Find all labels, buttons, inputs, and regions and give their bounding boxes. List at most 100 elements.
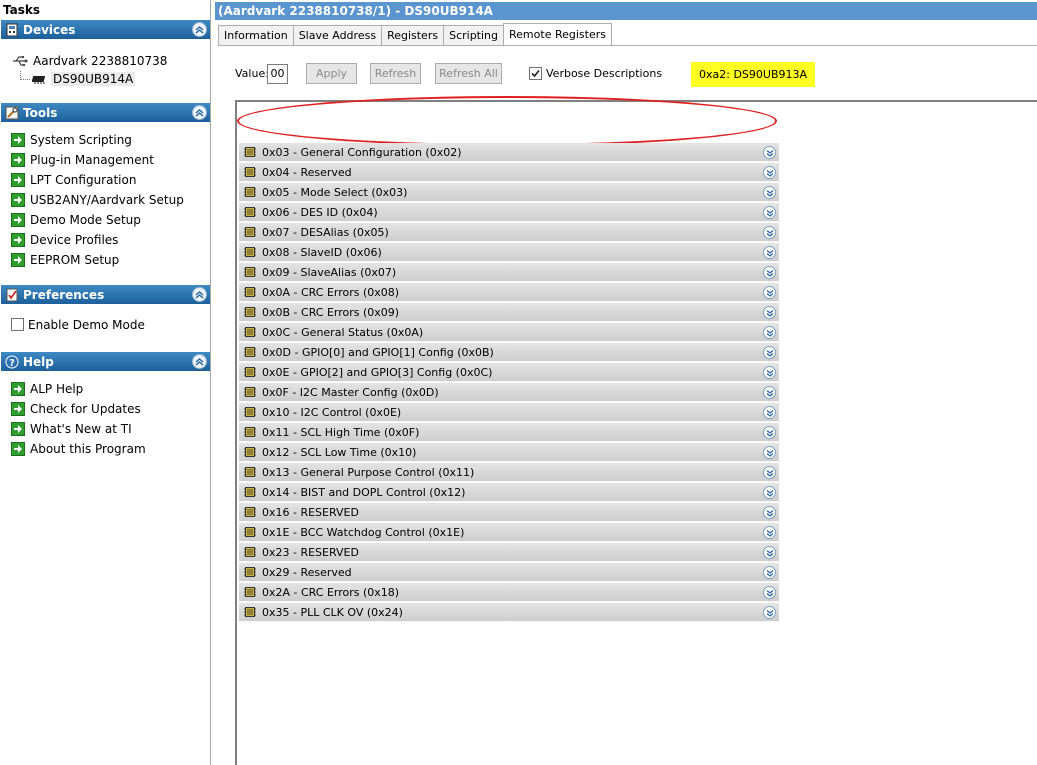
register-label: 0x0F - I2C Master Config (0x0D) <box>262 385 439 399</box>
register-icon <box>244 246 256 258</box>
expand-chevron-icon[interactable] <box>763 146 776 159</box>
devices-section-header[interactable]: Devices <box>1 20 210 39</box>
register-row[interactable]: 0x08 - SlaveID (0x06) <box>239 243 779 262</box>
devices-collapse-icon[interactable] <box>192 22 207 37</box>
register-row[interactable]: 0x07 - DESAlias (0x05) <box>239 223 779 242</box>
register-row[interactable]: 0x0A - CRC Errors (0x08) <box>239 283 779 302</box>
register-label: 0x0A - CRC Errors (0x08) <box>262 285 400 299</box>
help-what-s-new-at-ti[interactable]: What's New at TI <box>11 420 132 437</box>
expand-chevron-icon[interactable] <box>763 326 776 339</box>
register-row[interactable]: 0x12 - SCL Low Time (0x10) <box>239 443 779 462</box>
tools-section-header[interactable]: Tools <box>1 103 210 122</box>
register-row[interactable]: 0x05 - Mode Select (0x03) <box>239 183 779 202</box>
help-section-header[interactable]: ? Help <box>1 352 210 371</box>
expand-chevron-icon[interactable] <box>763 346 776 359</box>
refresh-all-button[interactable]: Refresh All <box>435 63 502 84</box>
register-row[interactable]: 0x23 - RESERVED <box>239 543 779 562</box>
tab-scripting[interactable]: Scripting <box>443 25 505 46</box>
value-input[interactable]: 00 <box>267 64 288 84</box>
help-about-this-program[interactable]: About this Program <box>11 440 146 457</box>
register-row[interactable]: 0x03 - General Configuration (0x02) <box>239 143 779 162</box>
tree-adapter[interactable]: Aardvark 2238810738 <box>12 54 167 68</box>
expand-chevron-icon[interactable] <box>763 566 776 579</box>
tool-plug-in-management[interactable]: Plug-in Management <box>11 151 154 168</box>
expand-chevron-icon[interactable] <box>763 226 776 239</box>
register-label: 0x35 - PLL CLK OV (0x24) <box>262 605 403 619</box>
expand-chevron-icon[interactable] <box>763 606 776 619</box>
register-row[interactable]: 0x14 - BIST and DOPL Control (0x12) <box>239 483 779 502</box>
expand-chevron-icon[interactable] <box>763 386 776 399</box>
expand-chevron-icon[interactable] <box>763 366 776 379</box>
device-label: DS90UB914A <box>51 72 136 86</box>
register-row[interactable]: 0x2A - CRC Errors (0x18) <box>239 583 779 602</box>
tool-demo-mode-setup[interactable]: Demo Mode Setup <box>11 211 141 228</box>
tab-registers[interactable]: Registers <box>381 25 445 46</box>
expand-chevron-icon[interactable] <box>763 286 776 299</box>
checkbox-icon[interactable] <box>11 318 24 331</box>
expand-chevron-icon[interactable] <box>763 546 776 559</box>
expand-chevron-icon[interactable] <box>763 206 776 219</box>
register-label: 0x2A - CRC Errors (0x18) <box>262 585 400 599</box>
register-label: 0x09 - SlaveAlias (0x07) <box>262 265 397 279</box>
enable-demo-mode-checkbox[interactable]: Enable Demo Mode <box>11 316 145 333</box>
expand-chevron-icon[interactable] <box>763 266 776 279</box>
tab-remote-registers[interactable]: Remote Registers <box>503 23 612 46</box>
tool-system-scripting[interactable]: System Scripting <box>11 131 132 148</box>
tab-information[interactable]: Information <box>218 25 294 46</box>
tab-slave-address[interactable]: Slave Address <box>292 25 383 46</box>
register-row[interactable]: 0x16 - RESERVED <box>239 503 779 522</box>
register-row[interactable]: 0x04 - Reserved <box>239 163 779 182</box>
help-check-for-updates[interactable]: Check for Updates <box>11 400 141 417</box>
expand-chevron-icon[interactable] <box>763 446 776 459</box>
register-icon <box>244 386 256 398</box>
register-row[interactable]: 0x13 - General Purpose Control (0x11) <box>239 463 779 482</box>
register-row[interactable]: 0x09 - SlaveAlias (0x07) <box>239 263 779 282</box>
register-row[interactable]: 0x06 - DES ID (0x04) <box>239 203 779 222</box>
preferences-collapse-icon[interactable] <box>192 287 207 302</box>
apply-button[interactable]: Apply <box>306 63 357 84</box>
register-label: 0x04 - Reserved <box>262 165 352 179</box>
register-label: 0x0D - GPIO[0] and GPIO[1] Config (0x0B) <box>262 345 494 359</box>
green-arrow-icon <box>11 172 25 187</box>
verbose-check-icon[interactable] <box>529 67 542 80</box>
register-row[interactable]: 0x0E - GPIO[2] and GPIO[3] Config (0x0C) <box>239 363 779 382</box>
expand-chevron-icon[interactable] <box>763 466 776 479</box>
help-icon: ? <box>4 354 20 370</box>
help-item-label: Check for Updates <box>30 401 141 416</box>
tool-device-profiles[interactable]: Device Profiles <box>11 231 118 248</box>
register-row[interactable]: 0x0B - CRC Errors (0x09) <box>239 303 779 322</box>
register-row[interactable]: 0x35 - PLL CLK OV (0x24) <box>239 603 779 622</box>
register-row[interactable]: 0x11 - SCL High Time (0x0F) <box>239 423 779 442</box>
preferences-section-header[interactable]: Preferences <box>1 285 210 304</box>
expand-chevron-icon[interactable] <box>763 246 776 259</box>
tool-lpt-configuration[interactable]: LPT Configuration <box>11 171 136 188</box>
register-row[interactable]: 0x0D - GPIO[0] and GPIO[1] Config (0x0B) <box>239 343 779 362</box>
expand-chevron-icon[interactable] <box>763 586 776 599</box>
register-row[interactable]: 0x1E - BCC Watchdog Control (0x1E) <box>239 523 779 542</box>
expand-chevron-icon[interactable] <box>763 166 776 179</box>
tree-device[interactable]: DS90UB914A <box>20 70 136 88</box>
expand-chevron-icon[interactable] <box>763 526 776 539</box>
register-label: 0x29 - Reserved <box>262 565 352 579</box>
register-row[interactable]: 0x10 - I2C Control (0x0E) <box>239 403 779 422</box>
expand-chevron-icon[interactable] <box>763 506 776 519</box>
expand-chevron-icon[interactable] <box>763 406 776 419</box>
register-row[interactable]: 0x0F - I2C Master Config (0x0D) <box>239 383 779 402</box>
expand-chevron-icon[interactable] <box>763 306 776 319</box>
register-icon <box>244 586 256 598</box>
register-icon <box>244 326 256 338</box>
help-collapse-icon[interactable] <box>192 354 207 369</box>
tool-usb2any-aardvark-setup[interactable]: USB2ANY/Aardvark Setup <box>11 191 184 208</box>
register-label: 0x03 - General Configuration (0x02) <box>262 145 462 159</box>
expand-chevron-icon[interactable] <box>763 186 776 199</box>
verbose-descriptions-checkbox[interactable]: Verbose Descriptions <box>529 67 662 80</box>
green-arrow-icon <box>11 441 25 456</box>
register-row[interactable]: 0x29 - Reserved <box>239 563 779 582</box>
expand-chevron-icon[interactable] <box>763 486 776 499</box>
tool-eeprom-setup[interactable]: EEPROM Setup <box>11 251 119 268</box>
refresh-button[interactable]: Refresh <box>370 63 421 84</box>
register-row[interactable]: 0x0C - General Status (0x0A) <box>239 323 779 342</box>
expand-chevron-icon[interactable] <box>763 426 776 439</box>
tools-collapse-icon[interactable] <box>192 105 207 120</box>
help-alp-help[interactable]: ALP Help <box>11 380 83 397</box>
